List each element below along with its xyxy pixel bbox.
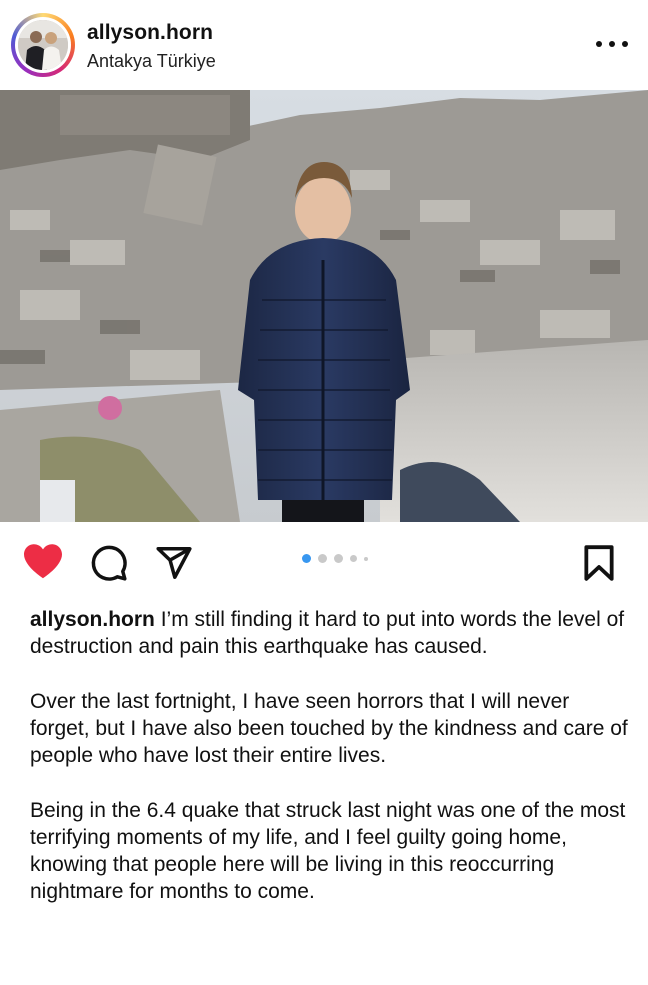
comment-button[interactable]: [90, 544, 128, 587]
avatar-frame: [15, 17, 71, 73]
story-ring[interactable]: [11, 13, 75, 77]
heart-filled-icon: [24, 544, 62, 579]
carousel-dot: [350, 555, 357, 562]
avatar-image: [18, 20, 68, 70]
post-username[interactable]: allyson.horn: [87, 21, 213, 45]
comment-bubble-icon: [91, 545, 127, 581]
carousel-indicator: [302, 554, 368, 563]
caption-paragraph: Over the last fortnight, I have seen hor…: [30, 690, 628, 767]
like-button[interactable]: [22, 542, 64, 585]
carousel-dot: [334, 554, 343, 563]
caption-paragraph: allyson.horn I’m still finding it hard t…: [30, 606, 630, 660]
carousel-dot: [364, 556, 368, 561]
more-dots-icon: [609, 41, 615, 47]
more-dots-icon: [622, 41, 628, 47]
carousel-dot: [318, 554, 327, 563]
share-button[interactable]: [155, 544, 193, 587]
post-location[interactable]: Antakya Türkiye: [87, 51, 216, 72]
more-dots-icon: [596, 41, 602, 47]
bookmark-icon: [584, 545, 614, 581]
caption-username[interactable]: allyson.horn: [30, 608, 155, 631]
caption-paragraph: Being in the 6.4 quake that struck last …: [30, 799, 626, 903]
save-button[interactable]: [582, 544, 616, 587]
more-options-button[interactable]: [596, 36, 628, 52]
avatar[interactable]: [18, 20, 68, 70]
post-header: allyson.horn Antakya Türkiye: [0, 0, 648, 90]
carousel-dot-active: [302, 554, 311, 563]
post-photo[interactable]: [0, 90, 648, 522]
rubble-photo-illustration: [0, 90, 648, 522]
post-caption: allyson.horn I’m still finding it hard t…: [30, 606, 630, 933]
paper-plane-icon: [156, 547, 192, 579]
